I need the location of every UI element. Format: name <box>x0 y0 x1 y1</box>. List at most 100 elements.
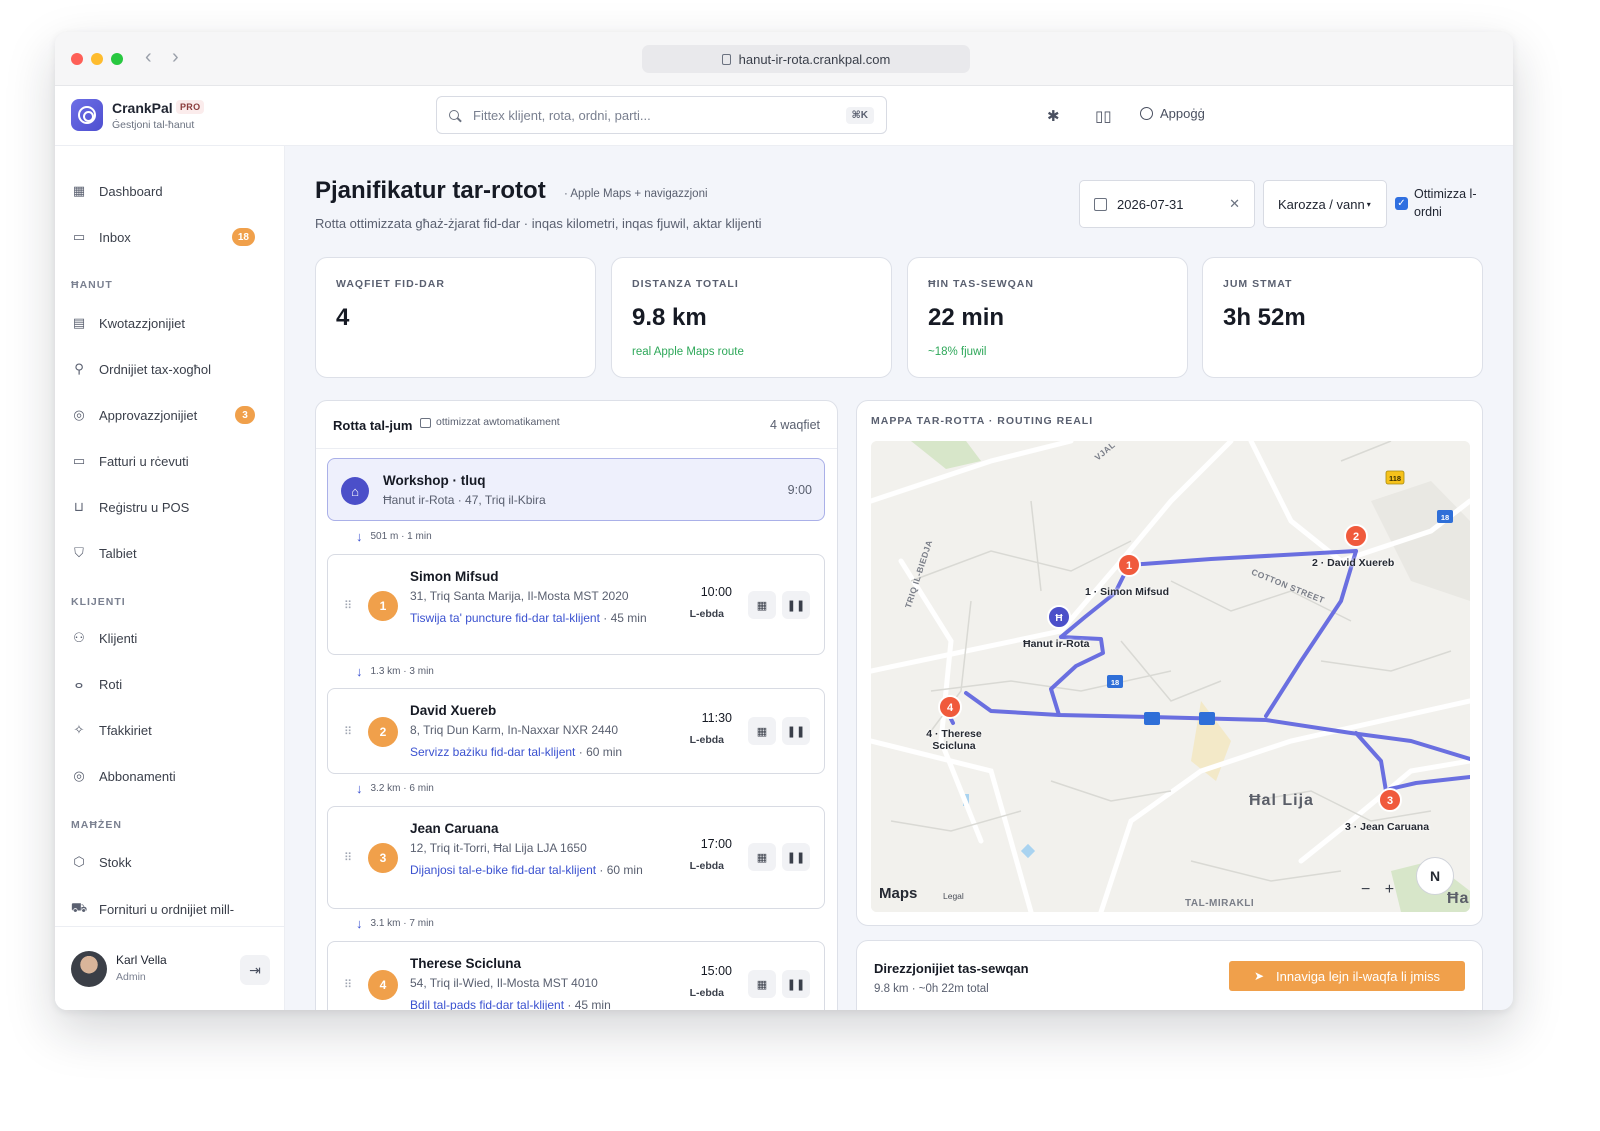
stat-note: real Apple Maps route <box>632 346 744 358</box>
optimize-label[interactable]: Ottimizza l-ordni <box>1414 185 1494 221</box>
stop-service-link[interactable]: Servizz bażiku fid-dar tal-klijent <box>410 745 575 759</box>
sidebar-item-work-orders[interactable]: ⚲ Ordnijiet tax-xogħol <box>71 354 269 384</box>
sidebar-section-klijenti: KLIJENTI <box>71 596 126 608</box>
inbox-icon: ▭ <box>72 229 86 244</box>
close-window-button[interactable] <box>71 53 83 65</box>
leg-info: 1.3 km · 3 min <box>370 666 434 677</box>
drag-handle-icon[interactable]: ⠿ <box>344 725 352 738</box>
route-leg: ↓ 3.1 km · 7 min <box>356 916 434 931</box>
sidebar-item-inbox[interactable]: ▭ Inbox 18 <box>71 222 269 252</box>
pause-icon: ❚❚ <box>786 599 806 612</box>
stat-label: WAQFIET FID-DAR <box>336 278 445 290</box>
url-bar[interactable]: hanut-ir-rota.crankpal.com <box>642 45 970 73</box>
date-picker[interactable]: 2026-07-31 ✕ <box>1079 180 1255 228</box>
pin-number: 2 <box>1353 531 1359 543</box>
drag-handle-icon[interactable]: ⠿ <box>344 851 352 864</box>
back-arrow-icon[interactable]: ‹ <box>145 46 152 69</box>
svg-text:Ħ: Ħ <box>1055 613 1063 624</box>
sidebar-item-suppliers[interactable]: ⛟ Fornituri u ordnijiet mill- <box>71 894 269 924</box>
stop-service-link[interactable]: Dijanjosi tal-e-bike fid-dar tal-klijent <box>410 863 596 877</box>
stop-customer-name: Simon Mifsud <box>410 569 499 584</box>
sidebar-item-invoices[interactable]: ▭ Fatturi u rċevuti <box>71 446 269 476</box>
calendar-icon <box>1094 197 1107 211</box>
stop-day: L-ebda <box>689 987 724 999</box>
route-leg: ↓ 501 m · 1 min <box>356 529 432 544</box>
url-text: hanut-ir-rota.crankpal.com <box>738 51 891 67</box>
minimize-window-button[interactable] <box>91 53 103 65</box>
forward-arrow-icon[interactable]: › <box>172 46 179 69</box>
map-card: MAPPA TAR-ROTTA · ROUTING REALI 118 18 1… <box>856 400 1483 926</box>
sidebar-item-bikes[interactable]: ⴰ Roti <box>71 669 269 699</box>
logout-button[interactable]: ⇥ <box>240 955 270 985</box>
leg-info: 3.2 km · 6 min <box>370 783 434 794</box>
compass-button[interactable]: N <box>1416 857 1454 895</box>
sidebar-item-stock[interactable]: ⬡ Stokk <box>71 847 269 877</box>
optimize-checkbox[interactable]: ✓ <box>1395 197 1408 210</box>
arrow-down-icon: ↓ <box>356 781 363 796</box>
route-stop[interactable]: ⠿ 2 David Xuereb 8, Triq Dun Karm, In-Na… <box>327 688 825 774</box>
brand-name: CrankPal <box>112 100 173 116</box>
maximize-window-button[interactable] <box>111 53 123 65</box>
pause-button[interactable]: ❚❚ <box>782 591 810 619</box>
sidebar-item-customers[interactable]: ⚇ Klijenti <box>71 623 269 653</box>
schedule-button[interactable]: ▦ <box>748 591 776 619</box>
directions-card: Direzzjonijiet tas-sewqan 9.8 km · ~0h 2… <box>856 940 1483 1010</box>
calendar-icon: ▦ <box>756 725 768 738</box>
sidebar-item-label: Approvazzjonijiet <box>99 407 198 423</box>
pause-icon: ❚❚ <box>786 978 806 991</box>
stop-service-link[interactable]: Bdil tal-pads fid-dar tal-klijent <box>410 998 564 1010</box>
zoom-out-button[interactable]: − <box>1361 881 1370 898</box>
zoom-in-button[interactable]: + <box>1385 881 1394 898</box>
depot-pin-label: Ħanut ir-Rota <box>1023 638 1090 650</box>
sidebar-item-label: Tfakkiriet <box>99 722 152 738</box>
sidebar-item-approvals[interactable]: ◎ Approvazzjonijiet 3 <box>71 400 269 430</box>
sidebar-item-claims[interactable]: ⛉ Talbiet <box>71 538 269 568</box>
pause-button[interactable]: ❚❚ <box>782 843 810 871</box>
lifebuoy-icon <box>1140 107 1153 120</box>
pin-label: 3 · Jean Caruana <box>1345 821 1430 833</box>
sidebar-item-reminders[interactable]: ✧ Tfakkiriet <box>71 715 269 745</box>
search-shortcut: ⌘K <box>845 106 874 124</box>
legal-link[interactable]: Legal <box>943 891 964 901</box>
wrench-icon: ⚲ <box>74 361 84 376</box>
sidebar-item-quotes[interactable]: ▤ Kwotazzjonijiet <box>71 308 269 338</box>
vehicle-select[interactable]: Karozza / vann ▾ <box>1263 180 1387 228</box>
search-input[interactable]: Fittex klijent, rota, ordni, parti... ⌘K <box>436 96 887 134</box>
route-stop-count: 4 waqfiet <box>769 418 820 432</box>
calendar-icon: ▦ <box>756 851 768 864</box>
drag-handle-icon[interactable]: ⠿ <box>344 599 352 612</box>
navigate-next-stop-button[interactable]: ➤ Innaviga lejn il-waqfa li jmiss <box>1229 961 1465 991</box>
avatar[interactable] <box>71 951 107 987</box>
bug-icon[interactable]: ✱ <box>1047 107 1060 125</box>
schedule-button[interactable]: ▦ <box>748 843 776 871</box>
vehicle-value: Karozza / vann <box>1278 196 1365 212</box>
sidebar-item-label: Fatturi u rċevuti <box>99 453 189 469</box>
depot-pin: Ħ <box>1047 605 1071 629</box>
leg-info: 3.1 km · 7 min <box>370 918 434 929</box>
brand-logo-icon[interactable] <box>71 99 103 131</box>
schedule-button[interactable]: ▦ <box>748 717 776 745</box>
pro-badge: PRO <box>176 100 205 114</box>
pause-button[interactable]: ❚❚ <box>782 970 810 998</box>
pin-label: 2 · David Xuereb <box>1312 557 1395 569</box>
route-map[interactable]: 118 18 18 1 2 3 4 Ħ 1 · Simon Mifsud 2 ·… <box>871 441 1470 912</box>
stop-day: L-ebda <box>689 608 724 620</box>
arrow-down-icon: ↓ <box>356 529 363 544</box>
area-label: TAL-MIRAKLI <box>1185 898 1255 909</box>
help-button[interactable]: Appoġġ <box>1140 106 1205 121</box>
schedule-button[interactable]: ▦ <box>748 970 776 998</box>
depot-item[interactable]: ⌂ Workshop · tluq Ħanut ir-Rota · 47, Tr… <box>327 458 825 521</box>
sidebar-item-dashboard[interactable]: ▦ Dashboard <box>71 176 269 206</box>
route-stop[interactable]: ⠿ 1 Simon Mifsud 31, Triq Santa Marija, … <box>327 554 825 655</box>
route-stop[interactable]: ⠿ 4 Therese Scicluna 54, Triq il-Wied, I… <box>327 941 825 1010</box>
sidebar-item-pos[interactable]: ⊔ Reġistru u POS <box>71 492 269 522</box>
route-stop[interactable]: ⠿ 3 Jean Caruana 12, Triq it-Torri, Ħal … <box>327 806 825 909</box>
clear-date-icon[interactable]: ✕ <box>1229 196 1240 212</box>
book-icon[interactable]: ▯▯ <box>1095 107 1112 125</box>
sidebar-item-subscriptions[interactable]: ◎ Abbonamenti <box>71 761 269 791</box>
pause-button[interactable]: ❚❚ <box>782 717 810 745</box>
drag-handle-icon[interactable]: ⠿ <box>344 978 352 991</box>
stop-service-line: Dijanjosi tal-e-bike fid-dar tal-klijent… <box>410 861 650 879</box>
sidebar-section-mahzen: MAĦŻEN <box>71 819 122 831</box>
stop-service-link[interactable]: Tiswija ta' puncture fid-dar tal-klijent <box>410 611 600 625</box>
